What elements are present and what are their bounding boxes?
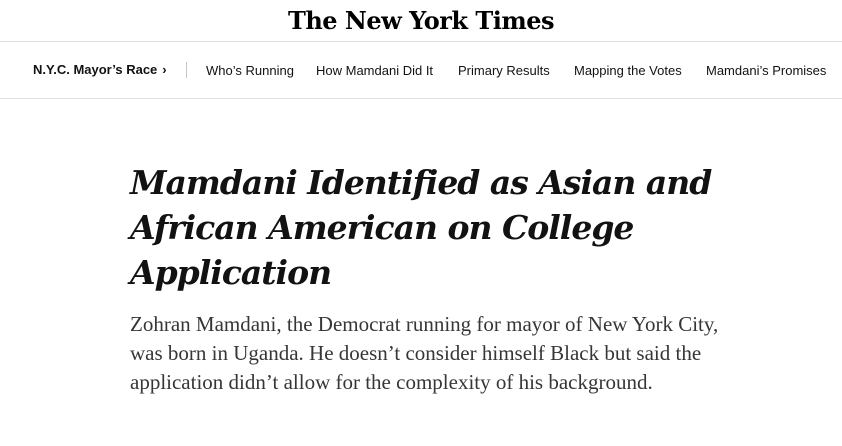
- chevron-right-icon: ›: [162, 62, 167, 77]
- article-summary: Zohran Mamdani, the Democrat running for…: [130, 312, 719, 394]
- subnav-divider: [186, 62, 187, 78]
- subnav-link-mapping-the-votes[interactable]: Mapping the Votes: [574, 63, 682, 78]
- masthead: The New York Times: [0, 0, 842, 42]
- subnav-link-primary-results[interactable]: Primary Results: [458, 63, 550, 78]
- section-link-nyc-mayors-race[interactable]: N.Y.C. Mayor’s Race ›: [33, 62, 167, 77]
- subnav-link-whos-running[interactable]: Who’s Running: [206, 63, 294, 78]
- nyt-logo[interactable]: The New York Times: [0, 4, 842, 38]
- subnav-link-how-mamdani-did-it[interactable]: How Mamdani Did It: [316, 63, 433, 78]
- section-subnav: N.Y.C. Mayor’s Race › Who’s Running How M…: [0, 42, 842, 99]
- article-headline: Mamdani Identified as Asian and African …: [130, 163, 712, 292]
- section-label: N.Y.C. Mayor’s Race: [33, 62, 158, 77]
- subnav-link-mamdanis-promises[interactable]: Mamdani’s Promises: [706, 63, 826, 78]
